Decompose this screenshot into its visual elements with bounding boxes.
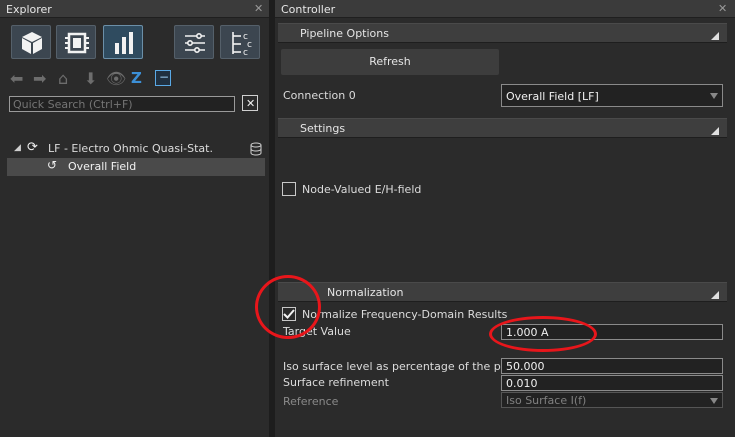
tree-item-overall-field[interactable]: ↺ Overall Field [7,158,265,176]
filter-settings-button[interactable] [174,25,214,59]
home-icon[interactable]: ⌂ [58,69,68,88]
refresh-button[interactable]: Refresh [281,49,499,75]
controller-title: Controller [281,3,336,16]
dropdown-arrow-icon [710,398,718,404]
geometry-view-button[interactable] [11,25,51,59]
pipeline-options-header[interactable]: Pipeline Options [278,23,727,43]
controller-close-icon[interactable]: ✕ [718,2,727,15]
tree-item-label: LF - Electro Ohmic Quasi-Stat. [48,142,213,155]
node-valued-label: Node-Valued E/H-field [302,183,422,196]
connection-select[interactable]: Overall Field [LF] [501,84,723,107]
dropdown-arrow-icon [710,93,718,99]
connection-label: Connection 0 [283,89,356,102]
cube-icon [22,32,42,54]
sliders-icon [185,33,205,53]
field-icon: ↺ [47,158,58,172]
reference-select: Iso Surface I(f) [501,392,723,408]
clear-search-button[interactable]: ✕ [242,95,258,111]
arrow-left-icon[interactable]: ⬅ [10,69,23,88]
expand-triangle-icon[interactable]: ◢ [14,143,21,153]
hierarchy-icon: c c c [232,32,252,58]
explorer-panel: Explorer ✕ c c c ⬅ ➡ ⌂ ⬇ 👁 Z − Quick Sea… [0,0,269,437]
annotation-circle-checkbox [255,275,321,339]
normalization-header[interactable]: Normalization [278,282,727,302]
refresh-label: Refresh [369,55,411,68]
surface-refinement-label: Surface refinement [283,376,389,389]
node-valued-checkbox[interactable] [282,182,296,196]
sort-z-icon[interactable]: Z [131,69,142,87]
iso-surface-label: Iso surface level as percentage of the p… [283,360,519,373]
analysis-view-button[interactable] [103,25,143,59]
chip-icon [65,32,89,54]
svg-text:c: c [243,48,248,58]
database-icon [250,142,262,156]
arrow-down-icon[interactable]: ⬇ [84,69,97,88]
explorer-title: Explorer [6,3,52,16]
eye-icon[interactable]: 👁 [106,69,126,88]
collapse-arrow-icon[interactable] [711,291,719,299]
bar-chart-icon [115,32,133,54]
section-title: Settings [300,122,346,135]
tree-item-label: Overall Field [68,160,137,173]
sync-icon: ⟳ [27,140,38,155]
reference-label: Reference [283,395,339,408]
collapse-arrow-icon[interactable] [711,127,719,135]
annotation-circle-target-value [489,316,597,352]
connection-value: Overall Field [LF] [506,90,599,103]
explorer-close-icon[interactable]: ✕ [254,2,263,15]
tree-view-button[interactable]: c c c [220,25,260,59]
settings-header[interactable]: Settings [278,118,727,138]
explorer-header: Explorer ✕ [0,0,269,18]
controller-panel: Controller ✕ Pipeline Options Refresh Co… [275,0,735,437]
iso-surface-input[interactable] [501,358,723,374]
tree-item-lf-simulation[interactable]: ◢ ⟳ LF - Electro Ohmic Quasi-Stat. [7,140,265,158]
surface-refinement-input[interactable] [501,375,723,391]
grid-view-button[interactable] [56,25,96,59]
controller-header: Controller ✕ [275,0,735,18]
arrow-right-icon[interactable]: ➡ [33,69,46,88]
collapse-all-button[interactable]: − [155,70,171,86]
minus-icon: − [159,70,170,84]
clear-icon: ✕ [246,97,256,110]
reference-value: Iso Surface I(f) [506,394,587,407]
section-title: Normalization [327,286,404,299]
collapse-arrow-icon[interactable] [711,32,719,40]
quick-search-input[interactable] [9,96,235,112]
normalize-label: Normalize Frequency-Domain Results [302,308,508,321]
section-title: Pipeline Options [300,27,389,40]
